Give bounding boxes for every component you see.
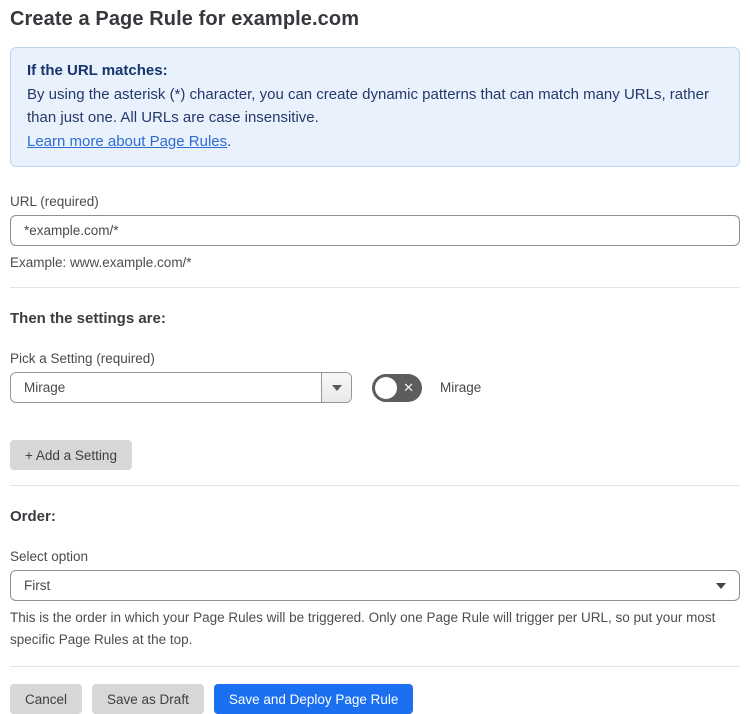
divider — [10, 287, 740, 288]
save-as-draft-button[interactable]: Save as Draft — [92, 684, 204, 714]
url-example-helper: Example: www.example.com/* — [10, 255, 192, 270]
mirage-toggle[interactable]: ✕ — [372, 373, 422, 402]
cancel-button[interactable]: Cancel — [10, 684, 83, 714]
setting-dropdown-value: Mirage — [24, 380, 66, 395]
info-link-line: Learn more about Page Rules. — [27, 130, 723, 154]
setting-dropdown[interactable]: Mirage — [10, 372, 352, 403]
settings-section-heading: Then the settings are: — [10, 310, 166, 327]
order-select-value: First — [24, 578, 51, 593]
pick-setting-label: Pick a Setting (required) — [10, 351, 155, 366]
caret-down-icon — [716, 582, 726, 589]
setting-row: Mirage ✕ Mirage — [10, 372, 740, 403]
toggle-knob — [375, 376, 397, 399]
divider — [10, 666, 740, 667]
add-setting-button[interactable]: + Add a Setting — [10, 440, 132, 470]
footer-actions: Cancel Save as Draft Save and Deploy Pag… — [10, 684, 740, 714]
order-select[interactable]: First — [10, 570, 740, 601]
order-helper-text: This is the order in which your Page Rul… — [10, 610, 716, 647]
save-and-deploy-button[interactable]: Save and Deploy Page Rule — [213, 684, 414, 714]
caret-down-icon — [331, 384, 342, 391]
order-select-label: Select option — [10, 549, 89, 564]
order-section-heading: Order: — [10, 508, 56, 525]
page-rule-form: Create a Page Rule for example.com If th… — [0, 0, 750, 714]
page-title: Create a Page Rule for example.com — [10, 8, 360, 30]
link-period: . — [227, 132, 232, 150]
info-body-text: By using the asterisk (*) character, you… — [27, 85, 709, 127]
toggle-label: Mirage — [440, 380, 482, 395]
url-field-label: URL (required) — [10, 194, 99, 209]
info-heading: If the URL matches: — [27, 62, 168, 79]
divider — [10, 485, 740, 486]
info-body: By using the asterisk (*) character, you… — [27, 83, 723, 130]
learn-more-link[interactable]: Learn more about Page Rules — [27, 133, 227, 150]
url-input[interactable] — [10, 215, 740, 246]
toggle-off-x-icon: ✕ — [403, 379, 414, 395]
url-match-info-callout: If the URL matches: By using the asteris… — [10, 47, 740, 167]
setting-dropdown-arrow-button[interactable] — [321, 373, 351, 402]
